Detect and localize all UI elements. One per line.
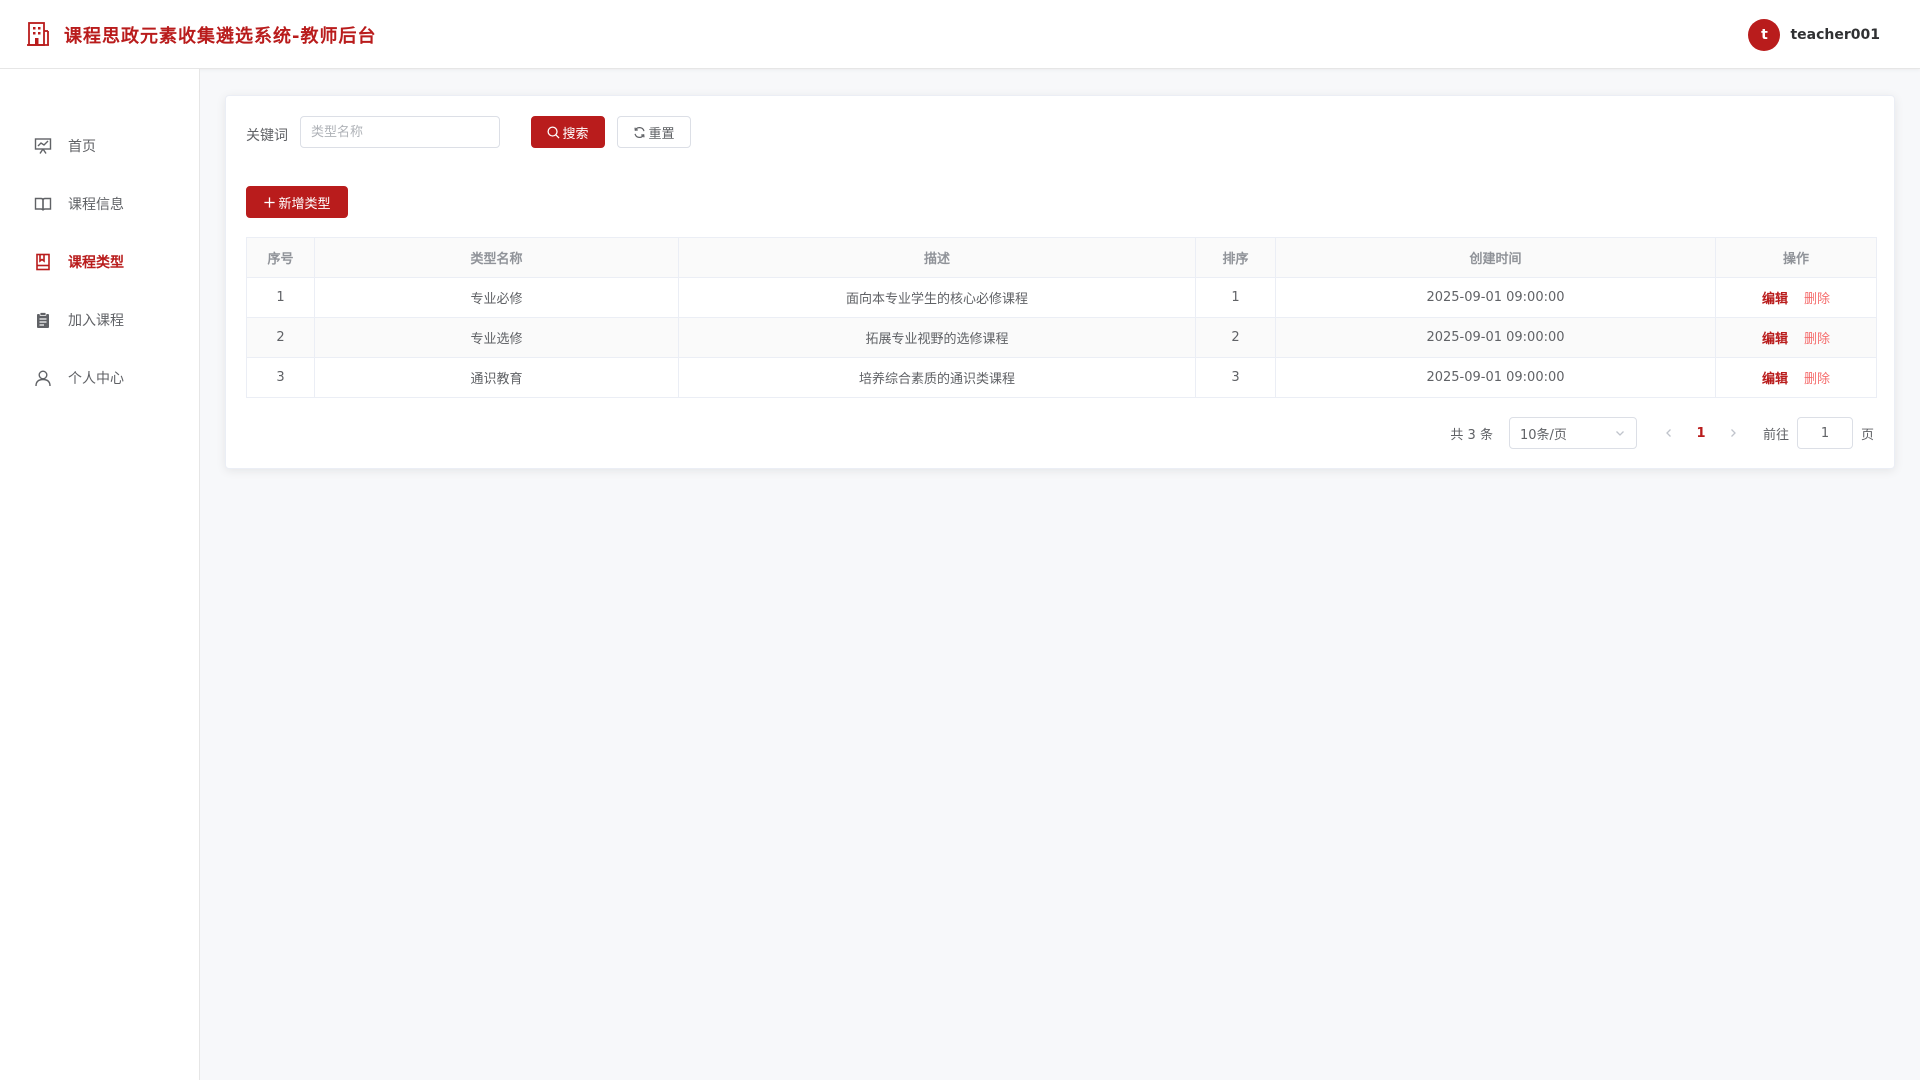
table-row: 1 专业必修 面向本专业学生的核心必修课程 1 2025-09-01 09:00… bbox=[246, 277, 1877, 318]
sidebar-item-label: 加入课程 bbox=[68, 313, 124, 329]
content-card: 关键词 搜索 重置 新增类型 bbox=[225, 95, 1895, 469]
cell-sort: 1 bbox=[1195, 277, 1276, 318]
column-header-description: 描述 bbox=[678, 237, 1196, 278]
cell-actions: 编辑 删除 bbox=[1715, 357, 1877, 398]
sidebar-item-label: 课程类型 bbox=[68, 255, 124, 271]
cell-actions: 编辑 删除 bbox=[1715, 317, 1877, 358]
cell-created: 2025-09-01 09:00:00 bbox=[1275, 277, 1716, 318]
edit-link[interactable]: 编辑 bbox=[1762, 372, 1788, 387]
table-row: 3 通识教育 培养综合素质的通识类课程 3 2025-09-01 09:00:0… bbox=[246, 357, 1877, 398]
page-suffix-label: 页 bbox=[1860, 427, 1874, 443]
cell-index: 2 bbox=[246, 317, 315, 358]
cell-actions: 编辑 删除 bbox=[1715, 277, 1877, 318]
table-header-row: 序号 类型名称 描述 排序 创建时间 操作 bbox=[246, 237, 1877, 278]
cell-sort: 2 bbox=[1195, 317, 1276, 358]
sidebar-item-label: 课程信息 bbox=[68, 197, 124, 213]
cell-name: 专业选修 bbox=[314, 317, 679, 358]
sidebar-item-label: 首页 bbox=[68, 139, 96, 155]
delete-link[interactable]: 删除 bbox=[1804, 372, 1830, 387]
column-header-created: 创建时间 bbox=[1275, 237, 1716, 278]
cell-name: 通识教育 bbox=[314, 357, 679, 398]
chevron-right-icon bbox=[1731, 429, 1736, 437]
next-page-button[interactable] bbox=[1721, 417, 1745, 449]
delete-link[interactable]: 删除 bbox=[1804, 292, 1830, 307]
refresh-icon bbox=[634, 126, 646, 138]
cell-description: 培养综合素质的通识类课程 bbox=[678, 357, 1196, 398]
add-type-button[interactable]: 新增类型 bbox=[246, 186, 348, 218]
cell-index: 3 bbox=[246, 357, 315, 398]
book-open-icon bbox=[34, 197, 52, 211]
sidebar-item-profile[interactable]: 个人中心 bbox=[0, 349, 199, 407]
chevron-down-icon bbox=[1616, 431, 1624, 436]
reset-button[interactable]: 重置 bbox=[617, 116, 691, 148]
cell-created: 2025-09-01 09:00:00 bbox=[1275, 317, 1716, 358]
keyword-input[interactable] bbox=[300, 116, 500, 148]
pagination-total: 共 3 条 bbox=[1450, 427, 1493, 443]
cell-name: 专业必修 bbox=[314, 277, 679, 318]
sidebar-item-course-type[interactable]: 课程类型 bbox=[0, 233, 199, 291]
cell-created: 2025-09-01 09:00:00 bbox=[1275, 357, 1716, 398]
top-header: 课程思政元素收集遴选系统-教师后台 t teacher001 bbox=[0, 0, 1920, 69]
page-size-select[interactable]: 10条/页 bbox=[1508, 417, 1637, 449]
edit-link[interactable]: 编辑 bbox=[1762, 292, 1788, 307]
notebook-icon bbox=[36, 253, 50, 271]
column-header-sort: 排序 bbox=[1195, 237, 1276, 278]
plus-icon bbox=[264, 196, 276, 208]
sidebar-item-join-course[interactable]: 加入课程 bbox=[0, 291, 199, 349]
user-menu[interactable]: t teacher001 bbox=[1748, 18, 1880, 52]
course-type-table: 序号 类型名称 描述 排序 创建时间 操作 1 专业必修 面向本专业学生的核心必… bbox=[246, 237, 1877, 398]
column-header-actions: 操作 bbox=[1715, 237, 1877, 278]
presentation-icon bbox=[34, 138, 52, 154]
search-button-label: 搜索 bbox=[562, 126, 589, 142]
goto-label: 前往 bbox=[1762, 427, 1789, 443]
goto-page-input[interactable] bbox=[1796, 417, 1853, 449]
edit-link[interactable]: 编辑 bbox=[1762, 332, 1788, 347]
avatar[interactable]: t bbox=[1748, 19, 1781, 51]
sidebar-item-label: 个人中心 bbox=[68, 371, 124, 387]
search-button[interactable]: 搜索 bbox=[531, 116, 605, 148]
add-type-button-label: 新增类型 bbox=[278, 196, 331, 212]
keyword-label: 关键词 bbox=[246, 128, 288, 144]
delete-link[interactable]: 删除 bbox=[1804, 332, 1830, 347]
username[interactable]: teacher001 bbox=[1790, 27, 1880, 43]
cell-sort: 3 bbox=[1195, 357, 1276, 398]
reset-button-label: 重置 bbox=[648, 126, 675, 142]
sidebar-item-course-info[interactable]: 课程信息 bbox=[0, 175, 199, 233]
chevron-left-icon bbox=[1666, 429, 1671, 437]
user-icon bbox=[35, 370, 51, 387]
sidebar-item-home[interactable]: 首页 bbox=[0, 117, 199, 175]
page-number-current[interactable]: 1 bbox=[1687, 426, 1715, 441]
cell-description: 拓展专业视野的选修课程 bbox=[678, 317, 1196, 358]
building-icon bbox=[27, 22, 49, 46]
app-title: 课程思政元素收集遴选系统-教师后台 bbox=[64, 26, 377, 47]
cell-index: 1 bbox=[246, 277, 315, 318]
clipboard-icon bbox=[37, 312, 49, 328]
column-header-index: 序号 bbox=[246, 237, 315, 278]
table-row: 2 专业选修 拓展专业视野的选修课程 2 2025-09-01 09:00:00… bbox=[246, 317, 1877, 358]
pagination: 共 3 条 10条/页 1 前往 页 bbox=[1450, 417, 1874, 449]
search-icon bbox=[547, 125, 561, 139]
column-header-name: 类型名称 bbox=[314, 237, 679, 278]
page-size-value: 10条/页 bbox=[1519, 427, 1567, 443]
sidebar: 首页 课程信息 课程类型 加入课程 个人中心 bbox=[0, 69, 200, 1080]
prev-page-button[interactable] bbox=[1657, 417, 1681, 449]
cell-description: 面向本专业学生的核心必修课程 bbox=[678, 277, 1196, 318]
